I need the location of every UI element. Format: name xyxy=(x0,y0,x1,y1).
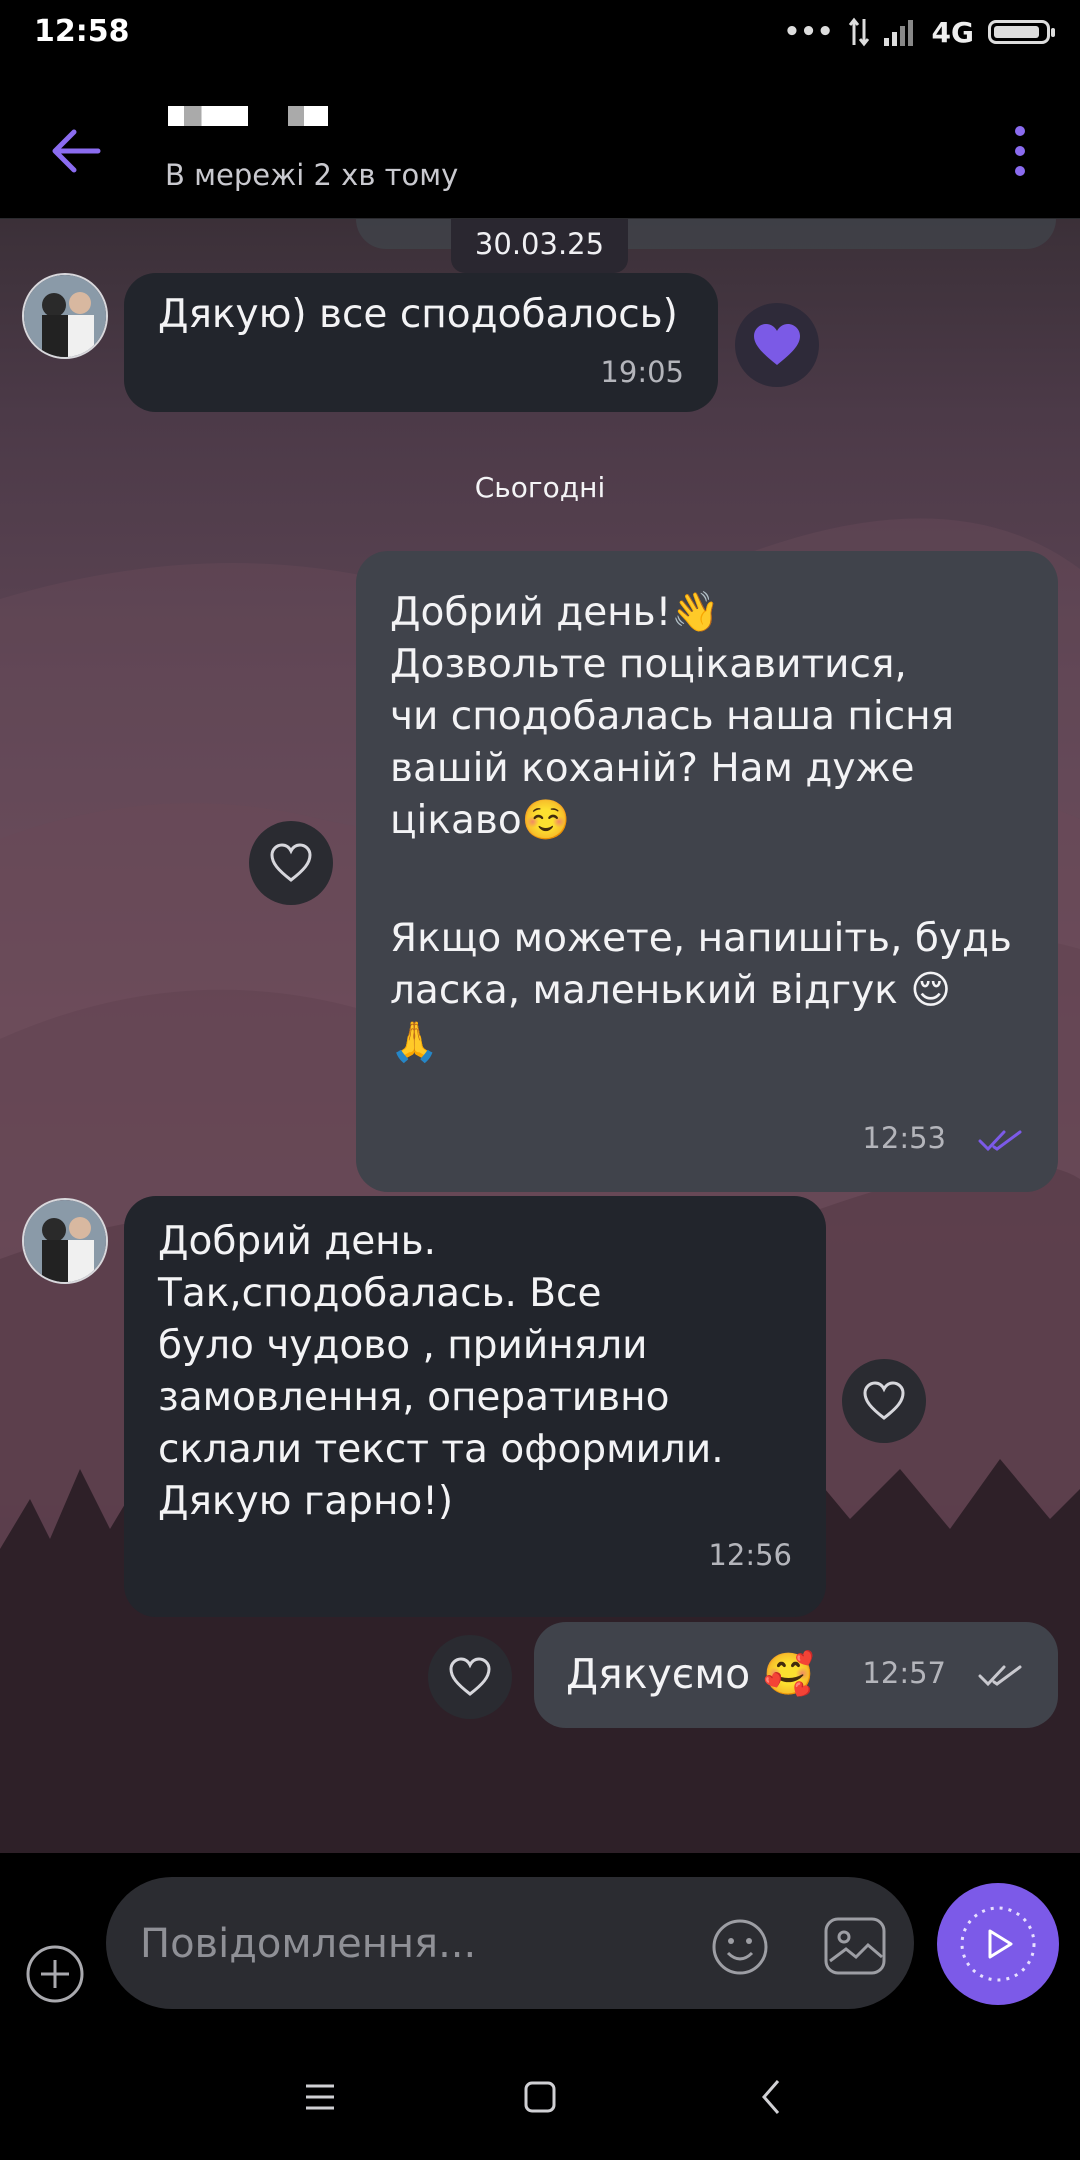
attach-button[interactable] xyxy=(24,1943,86,2005)
read-ticks-icon xyxy=(978,1130,1022,1152)
redacted-name-part xyxy=(168,106,248,126)
play-icon xyxy=(960,1906,1036,1982)
data-transfer-icon xyxy=(848,17,869,47)
battery-level xyxy=(994,26,1039,38)
menu-dot xyxy=(1015,146,1025,156)
reaction-heart-button[interactable] xyxy=(735,303,819,387)
chat-header: В мережі 2 хв тому xyxy=(0,66,1080,219)
message-time: 12:57 xyxy=(862,1656,946,1690)
reaction-heart-button[interactable] xyxy=(428,1635,512,1719)
reaction-heart-button[interactable] xyxy=(842,1359,926,1443)
message-text: Добрий день!👋 Дозвольте поцікавитися, чи… xyxy=(390,590,955,843)
more-options-button[interactable] xyxy=(1000,118,1040,184)
contact-avatar[interactable] xyxy=(22,273,108,359)
message-time: 19:05 xyxy=(600,355,684,389)
message-bubble-outgoing[interactable]: Дякуємо 🥰 12:57 xyxy=(534,1622,1058,1728)
recents-button[interactable] xyxy=(300,2077,340,2117)
message-composer: Повідомлення... xyxy=(0,1853,1080,2047)
image-icon xyxy=(824,1917,886,1975)
message-bubble-outgoing[interactable]: Добрий день!👋 Дозвольте поцікавитися, чи… xyxy=(356,551,1058,1192)
more-notifications-icon: ••• xyxy=(783,17,834,47)
back-chevron-icon xyxy=(762,2080,780,2114)
message-text: Якщо можете, напишіть, будь ласка, мален… xyxy=(390,916,1012,1065)
battery-icon xyxy=(988,20,1055,44)
avatar-photo-icon xyxy=(24,1200,106,1282)
day-separator: Сьогодні xyxy=(474,471,606,504)
back-button[interactable] xyxy=(42,116,112,186)
message-text: Дякуємо 🥰 xyxy=(566,1650,815,1698)
message-text: Дякую) все сподобалось) xyxy=(158,292,678,337)
menu-dot xyxy=(1015,166,1025,176)
smiley-icon xyxy=(712,1919,768,1975)
delivered-ticks-icon xyxy=(978,1665,1022,1687)
heart-outline-icon xyxy=(449,1657,491,1696)
message-input[interactable]: Повідомлення... xyxy=(106,1877,914,2009)
redacted-name-part xyxy=(288,106,328,126)
menu-icon xyxy=(306,2084,334,2110)
avatar-photo-icon xyxy=(24,275,106,357)
message-time: 12:53 xyxy=(862,1121,946,1155)
purple-heart-icon xyxy=(754,324,800,365)
emoji-button[interactable] xyxy=(710,1917,770,1977)
contact-name-redacted[interactable] xyxy=(168,106,328,130)
home-button[interactable] xyxy=(520,2077,560,2117)
menu-dot xyxy=(1015,126,1025,136)
heart-outline-icon xyxy=(863,1381,905,1420)
status-time: 12:58 xyxy=(34,14,130,49)
home-square-icon xyxy=(524,2081,556,2113)
status-icons: ••• 4G xyxy=(783,12,1055,52)
message-bubble-incoming[interactable]: Добрий день. Так,сподобалась. Все було ч… xyxy=(124,1196,826,1617)
chat-area[interactable]: 30.03.25 Дякую) все сподобалось) 19:05 С… xyxy=(0,219,1080,1853)
gallery-button[interactable] xyxy=(822,1915,888,1977)
message-input-placeholder: Повідомлення... xyxy=(140,1921,477,1967)
status-bar: 12:58 ••• 4G xyxy=(0,0,1080,66)
arrow-left-icon xyxy=(52,129,101,173)
contact-avatar[interactable] xyxy=(22,1198,108,1284)
system-back-button[interactable] xyxy=(752,2075,792,2119)
message-time: 12:56 xyxy=(708,1538,792,1572)
plus-circle-icon xyxy=(26,1945,84,2003)
date-separator: 30.03.25 xyxy=(451,219,628,273)
heart-outline-icon xyxy=(270,843,312,882)
reaction-heart-button[interactable] xyxy=(249,821,333,905)
network-type: 4G xyxy=(931,15,974,49)
system-nav-bar xyxy=(0,2047,1080,2160)
voice-send-button[interactable] xyxy=(937,1883,1059,2005)
contact-last-seen: В мережі 2 хв тому xyxy=(165,158,459,192)
message-text: Добрий день. Так,сподобалась. Все було ч… xyxy=(158,1219,724,1524)
signal-icon xyxy=(883,20,913,46)
message-bubble-incoming[interactable]: Дякую) все сподобалось) 19:05 xyxy=(124,273,718,412)
